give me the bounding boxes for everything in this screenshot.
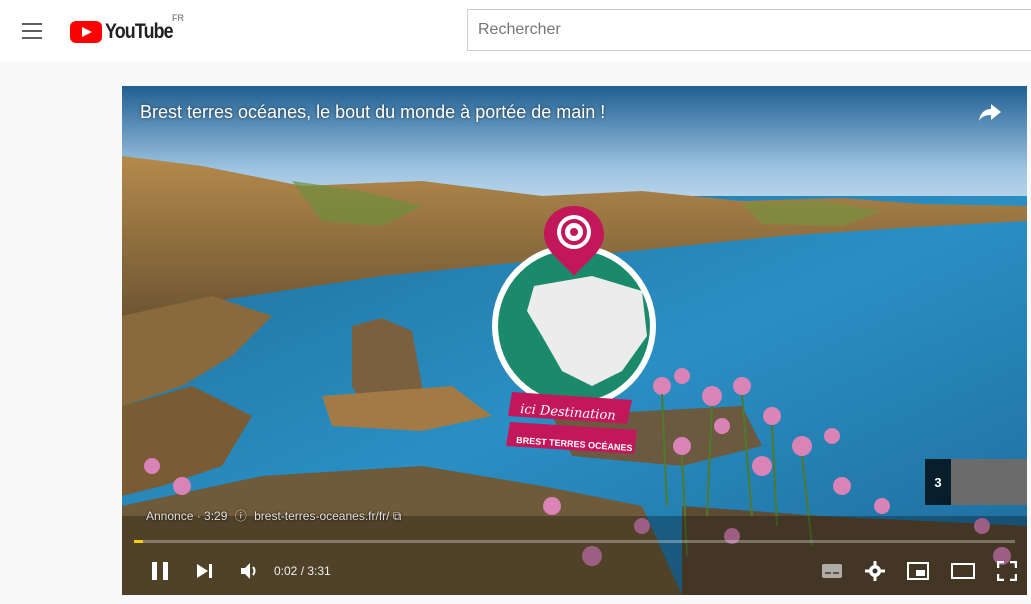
play-logo-icon — [70, 21, 102, 43]
masthead: YouTube FR Rechercher — [0, 0, 1031, 62]
external-link-icon: ⧉ — [392, 509, 402, 523]
youtube-logo[interactable]: YouTube FR — [70, 13, 185, 44]
search-input[interactable]: Rechercher — [467, 9, 1031, 51]
theater-mode-icon[interactable] — [951, 563, 975, 579]
endcard-number: 3 — [925, 459, 951, 505]
miniplayer-icon[interactable] — [907, 562, 929, 580]
pause-icon — [152, 562, 168, 580]
pause-button[interactable] — [150, 561, 170, 581]
next-icon — [197, 564, 212, 578]
ad-label: Annonce · 3:29 — [146, 509, 228, 523]
progress-bar[interactable] — [134, 540, 1015, 543]
menu-icon[interactable] — [22, 23, 42, 39]
volume-icon — [241, 563, 256, 579]
time-display: 0:02 / 3:31 — [274, 564, 331, 578]
logo-text: YouTube — [105, 20, 174, 43]
subtitles-icon[interactable] — [821, 563, 843, 579]
country-code: FR — [172, 13, 184, 23]
next-button[interactable] — [196, 562, 214, 580]
settings-icon[interactable] — [865, 561, 885, 581]
info-icon[interactable]: ⓘ — [235, 509, 247, 523]
endcard-thumbnail[interactable] — [951, 459, 1027, 505]
share-icon[interactable] — [979, 104, 1001, 122]
endcard-preview[interactable]: 3 — [925, 459, 1027, 505]
ad-info: Annonce · 3:29 ⓘ brest-terres-oceanes.fr… — [146, 507, 401, 524]
progress-fill — [134, 540, 143, 543]
ad-url[interactable]: brest-terres-oceanes.fr/fr/ — [254, 509, 389, 523]
search-placeholder: Rechercher — [478, 21, 561, 38]
fullscreen-icon[interactable] — [997, 561, 1017, 581]
video-player[interactable]: ici Destination BREST TERRES OCÉANES Bre… — [122, 86, 1027, 595]
video-title[interactable]: Brest terres océanes, le bout du monde à… — [140, 102, 605, 123]
player-right-controls — [821, 547, 1017, 595]
volume-button[interactable] — [240, 562, 260, 580]
